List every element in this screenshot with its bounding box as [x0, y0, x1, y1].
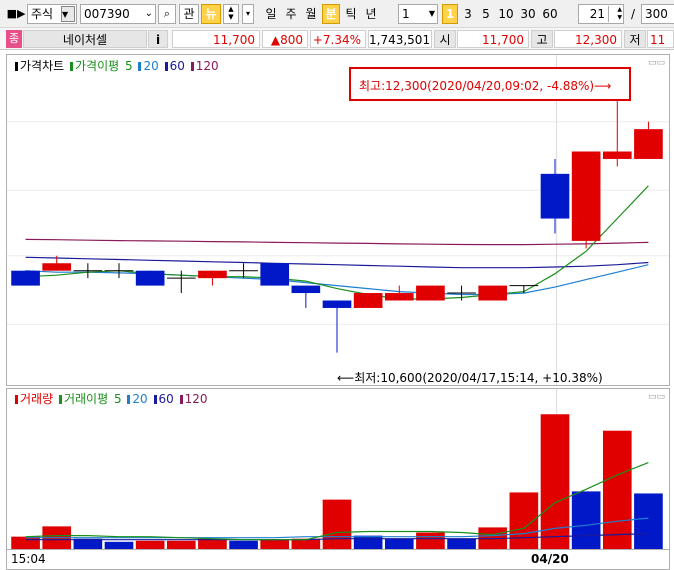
- chevron-down-icon[interactable]: ⌄: [145, 5, 153, 23]
- new-button[interactable]: 뉴: [201, 4, 221, 24]
- stock-info-row: 종 네이처셀 i 11,700 ▲800 +7.34% 1,743,501 시 …: [0, 28, 674, 50]
- stock-name[interactable]: 네이처셀: [23, 30, 147, 48]
- candle-body: [478, 285, 508, 301]
- candle-body: [602, 151, 632, 159]
- change-percent: +7.34%: [310, 30, 366, 48]
- interval-button-3[interactable]: 3: [460, 5, 476, 23]
- low-annotation-text: ⟵최저:10,600(2020/04/17,15:14, +10.38%): [337, 371, 603, 385]
- volume-bar: [447, 538, 476, 549]
- period-button-0[interactable]: 일: [262, 5, 280, 23]
- total-count-input[interactable]: 300: [641, 4, 674, 24]
- x-axis: 15:04 04/20: [6, 550, 670, 570]
- period-button-5[interactable]: 년: [362, 5, 380, 23]
- price-change: ▲800: [262, 30, 308, 48]
- gwan-button[interactable]: 관: [179, 4, 199, 24]
- candle-body: [291, 285, 321, 294]
- low-value: 11: [647, 30, 674, 48]
- high-value: 12,300: [554, 30, 622, 48]
- count-spinner-icon[interactable]: ▲ ▼: [608, 6, 622, 22]
- new-label: 뉴: [205, 7, 217, 21]
- x-axis-label: 15:04: [11, 552, 46, 566]
- candle-body: [416, 285, 445, 301]
- stock-code-input[interactable]: 007390 ⌄: [80, 4, 156, 24]
- total-count-value: 300: [645, 7, 668, 21]
- count-input[interactable]: 21 ▲ ▼: [578, 4, 624, 24]
- open-label: 시: [434, 30, 456, 48]
- volume-bar: [104, 541, 134, 549]
- chart-toolbar: ■▶ 주식 ▼ 007390 ⌄ ⌕ 관 뉴 ▲ ▼ ▾ 1 ▼ 21 ▲ ▼ / …: [0, 0, 674, 28]
- market-select-value: 주식: [31, 7, 54, 21]
- candle-body: [634, 129, 663, 159]
- volume-bar: [353, 535, 383, 549]
- interval-value: 1: [402, 7, 410, 21]
- candle-body: [135, 270, 165, 286]
- slash-separator: /: [630, 7, 636, 21]
- high-annotation-text: 최고:12,300(2020/04/20,09:02, -4.88%)⟶: [359, 79, 612, 93]
- dropdown-arrow-icon[interactable]: ▼: [429, 5, 435, 23]
- low-label: 저: [624, 30, 646, 48]
- candle-body: [353, 293, 383, 308]
- dropdown-arrow-icon[interactable]: ▼: [61, 6, 75, 22]
- candle-body: [540, 173, 570, 219]
- ma120-line: [25, 238, 649, 246]
- gwan-label: 관: [183, 7, 195, 21]
- candle-body: [384, 293, 414, 301]
- interval-select[interactable]: 1 ▼: [398, 4, 438, 24]
- stock-code-value: 007390: [84, 7, 130, 21]
- interval-button-60[interactable]: 60: [540, 5, 560, 23]
- interval-button-30[interactable]: 30: [518, 5, 538, 23]
- trade-volume: 1,743,501: [368, 30, 432, 48]
- info-button[interactable]: i: [148, 30, 168, 48]
- candle-body: [322, 300, 352, 308]
- interval-button-5[interactable]: 5: [478, 5, 494, 23]
- price-chart-plot: [7, 55, 669, 385]
- market-select[interactable]: 주식 ▼: [27, 4, 77, 24]
- candle-body: [42, 263, 72, 271]
- price-chart-panel[interactable]: 가격차트 가격이평 5 20 60 120 ▭▭ 최고:12,300(2020/…: [6, 54, 670, 386]
- volume-bar: [416, 532, 445, 549]
- volume-bar: [571, 491, 601, 549]
- count-value: 21: [589, 7, 605, 21]
- candle-body: [260, 263, 290, 286]
- link-arrow-icon[interactable]: ■▶: [6, 5, 26, 23]
- volume-bar: [634, 493, 663, 549]
- interval-button-10[interactable]: 10: [496, 5, 516, 23]
- volume-bar: [322, 499, 352, 549]
- expand-icon[interactable]: ▾: [242, 4, 254, 24]
- volume-bar: [260, 539, 290, 549]
- volume-chart-panel[interactable]: 거래량 거래이평 5 20 60 120 ▭▭: [6, 388, 670, 550]
- volume-bar: [384, 538, 414, 549]
- volume-bar: [229, 540, 258, 549]
- period-button-2[interactable]: 월: [302, 5, 320, 23]
- market-badge: 종: [6, 30, 22, 48]
- current-price: 11,700: [172, 30, 260, 48]
- candle-body: [571, 151, 601, 241]
- period-button-1[interactable]: 주: [282, 5, 300, 23]
- updown-spinner[interactable]: ▲ ▼: [223, 4, 239, 24]
- volume-bar: [11, 536, 40, 549]
- candle-body: [198, 270, 227, 279]
- period-button-3[interactable]: 분: [322, 4, 340, 24]
- interval-button-1[interactable]: 1: [442, 4, 458, 24]
- period-button-4[interactable]: 틱: [342, 5, 360, 23]
- volume-bar: [135, 540, 165, 549]
- search-icon[interactable]: ⌕: [158, 4, 176, 24]
- high-annotation-box: 최고:12,300(2020/04/20,09:02, -4.88%)⟶: [349, 67, 631, 101]
- volume-chart-plot: [11, 389, 663, 549]
- open-value: 11,700: [457, 30, 529, 48]
- high-label: 고: [531, 30, 553, 48]
- volume-bar: [166, 540, 196, 549]
- candle-body: [11, 270, 40, 286]
- volume-bar: [602, 430, 632, 549]
- x-axis-label: 04/20: [531, 552, 569, 566]
